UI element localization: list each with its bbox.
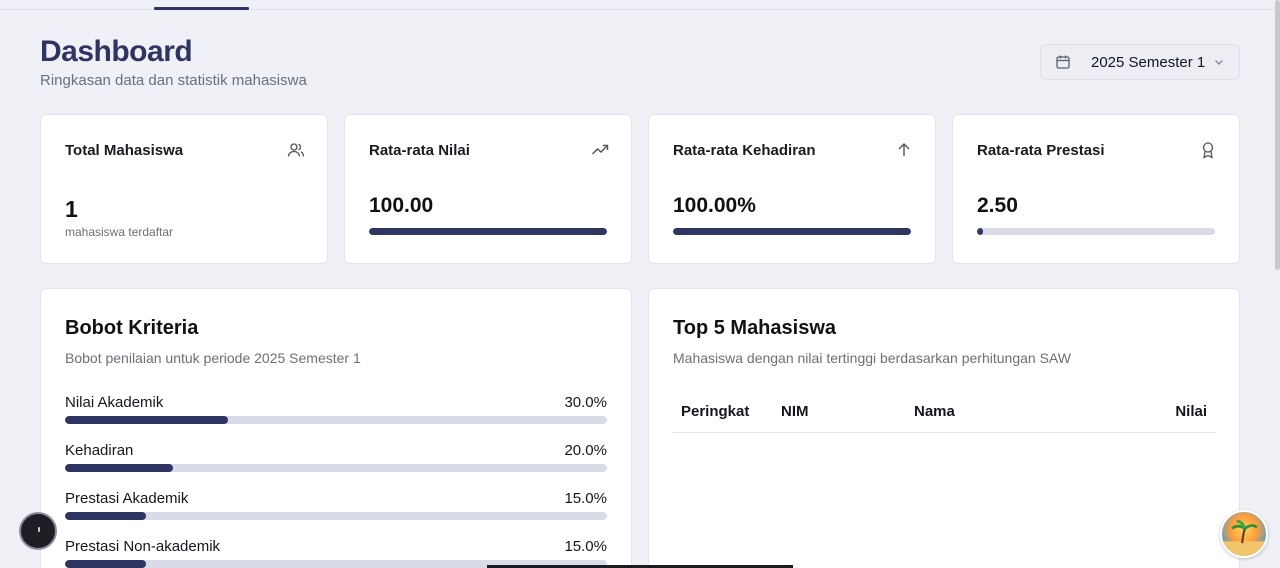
column-header-nama[interactable]: Nama bbox=[914, 403, 955, 420]
criteria-panel: Bobot Kriteria Bobot penilaian untuk per… bbox=[40, 288, 632, 568]
progress-fill bbox=[369, 228, 607, 235]
criteria-weight: 20.0% bbox=[564, 442, 607, 459]
stat-value: 1 bbox=[65, 196, 78, 222]
progress-fill bbox=[65, 416, 228, 424]
page-subtitle: Ringkasan data dan statistik mahasiswa bbox=[40, 72, 307, 89]
column-header-nilai[interactable]: Nilai bbox=[1175, 403, 1207, 420]
progress-fill bbox=[977, 228, 983, 235]
criteria-name: Nilai Akademik bbox=[65, 394, 164, 411]
calendar-icon bbox=[1056, 55, 1070, 69]
award-icon bbox=[1202, 142, 1214, 159]
stat-label: Rata-rata Nilai bbox=[369, 142, 470, 159]
palm-tree-icon bbox=[1222, 519, 1266, 556]
stat-card-rata-kehadiran: Rata-rata Kehadiran 100.00% bbox=[648, 114, 936, 264]
criteria-name: Prestasi Non-akademik bbox=[65, 538, 221, 555]
top-navigation bbox=[0, 0, 1280, 10]
stat-value: 100.00 bbox=[369, 194, 434, 217]
criteria-item: Kehadiran 20.0% bbox=[65, 442, 607, 472]
period-select[interactable]: 2025 Semester 1 bbox=[1040, 44, 1240, 80]
active-tab-indicator bbox=[154, 7, 249, 10]
criteria-item: Nilai Akademik 30.0% bbox=[65, 394, 607, 424]
stat-label: Total Mahasiswa bbox=[65, 142, 184, 159]
progress-fill bbox=[65, 464, 174, 472]
stat-card-rata-prestasi: Rata-rata Prestasi 2.50 bbox=[952, 114, 1240, 264]
arrow-up-icon bbox=[898, 143, 910, 156]
criteria-bar bbox=[65, 464, 607, 472]
top5-panel: Top 5 Mahasiswa Mahasiswa dengan nilai t… bbox=[648, 288, 1240, 568]
criteria-weight: 30.0% bbox=[564, 394, 607, 411]
page-title: Dashboard bbox=[40, 35, 193, 68]
stat-value: 100.00% bbox=[673, 194, 756, 217]
progress-bar bbox=[977, 228, 1215, 235]
top5-table-header: Peringkat NIM Nama Nilai bbox=[673, 401, 1215, 433]
criteria-weight: 15.0% bbox=[564, 490, 607, 507]
progress-bar bbox=[673, 228, 911, 235]
stat-label: Rata-rata Prestasi bbox=[977, 142, 1105, 159]
progress-bar bbox=[369, 228, 607, 235]
panel-description: Mahasiswa dengan nilai tertinggi berdasa… bbox=[673, 350, 1071, 366]
stat-label: Rata-rata Kehadiran bbox=[673, 142, 816, 159]
trending-up-icon bbox=[592, 144, 609, 155]
criteria-item: Prestasi Non-akademik 15.0% bbox=[65, 538, 607, 568]
stat-card-total-mahasiswa: Total Mahasiswa 1 mahasiswa terdaftar bbox=[40, 114, 328, 264]
criteria-bar bbox=[65, 512, 607, 520]
stat-card-rata-nilai: Rata-rata Nilai 100.00 bbox=[344, 114, 632, 264]
criteria-weight: 15.0% bbox=[564, 538, 607, 555]
stat-value: 2.50 bbox=[977, 194, 1018, 217]
panel-title: Bobot Kriteria bbox=[65, 317, 199, 339]
progress-fill bbox=[673, 228, 911, 235]
panel-description: Bobot penilaian untuk periode 2025 Semes… bbox=[65, 350, 361, 366]
stat-note: mahasiswa terdaftar bbox=[65, 225, 174, 239]
criteria-name: Kehadiran bbox=[65, 442, 134, 459]
criteria-item: Prestasi Akademik 15.0% bbox=[65, 490, 607, 520]
criteria-name: Prestasi Akademik bbox=[65, 490, 189, 507]
period-value: 2025 Semester 1 bbox=[1091, 53, 1206, 71]
panel-title: Top 5 Mahasiswa bbox=[673, 317, 837, 339]
column-header-nim[interactable]: NIM bbox=[781, 403, 809, 420]
scrollbar[interactable] bbox=[1275, 0, 1280, 270]
column-header-peringkat[interactable]: Peringkat bbox=[681, 403, 749, 420]
chevron-down-icon bbox=[1215, 60, 1223, 65]
assistant-icon bbox=[38, 527, 40, 532]
avatar-button[interactable] bbox=[1220, 510, 1268, 558]
users-icon bbox=[287, 143, 305, 157]
progress-fill bbox=[65, 560, 147, 568]
progress-fill bbox=[65, 512, 147, 520]
assistant-button[interactable] bbox=[19, 512, 57, 550]
criteria-bar bbox=[65, 416, 607, 424]
